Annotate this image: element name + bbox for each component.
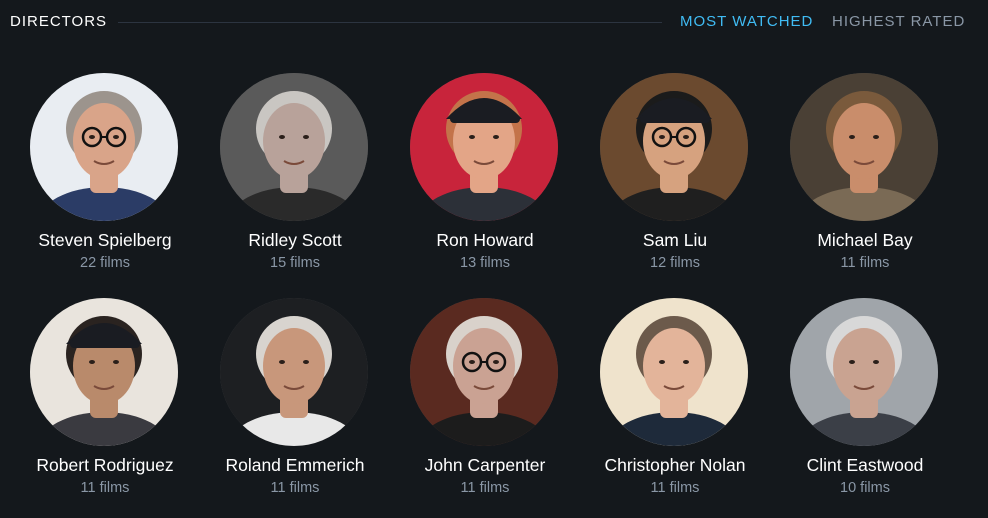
director-photo[interactable]: [220, 73, 368, 221]
portrait-image: [220, 73, 368, 221]
portrait-image: [790, 73, 938, 221]
director-name[interactable]: Robert Rodriguez: [10, 455, 200, 476]
director-photo[interactable]: [600, 73, 748, 221]
director-card[interactable]: Christopher Nolan 11 films: [580, 298, 770, 508]
director-film-count: 15 films: [270, 255, 320, 271]
director-film-count: 11 films: [840, 255, 890, 271]
director-name[interactable]: Steven Spielberg: [10, 230, 200, 251]
director-name[interactable]: Roland Emmerich: [200, 455, 390, 476]
director-card[interactable]: Robert Rodriguez 11 films: [10, 298, 200, 508]
portrait-image: [30, 73, 178, 221]
director-card[interactable]: Steven Spielberg 22 films: [10, 73, 200, 283]
director-name[interactable]: John Carpenter: [390, 455, 580, 476]
director-photo[interactable]: [410, 73, 558, 221]
directors-grid: Steven Spielberg 22 films Ridley Scott 1…: [0, 0, 988, 518]
director-card[interactable]: John Carpenter 11 films: [390, 298, 580, 508]
portrait-image: [220, 298, 368, 446]
director-photo[interactable]: [220, 298, 368, 446]
director-film-count: 10 films: [840, 480, 890, 496]
director-photo[interactable]: [410, 298, 558, 446]
director-photo[interactable]: [790, 73, 938, 221]
director-card[interactable]: Ridley Scott 15 films: [200, 73, 390, 283]
portrait-image: [410, 298, 558, 446]
director-photo[interactable]: [790, 298, 938, 446]
director-photo[interactable]: [30, 298, 178, 446]
director-photo[interactable]: [600, 298, 748, 446]
portrait-image: [30, 298, 178, 446]
director-photo[interactable]: [30, 73, 178, 221]
director-film-count: 11 films: [460, 480, 510, 496]
director-card[interactable]: Roland Emmerich 11 films: [200, 298, 390, 508]
director-card[interactable]: Clint Eastwood 10 films: [770, 298, 960, 508]
director-film-count: 11 films: [80, 480, 130, 496]
director-film-count: 11 films: [650, 480, 700, 496]
director-name[interactable]: Ridley Scott: [200, 230, 390, 251]
portrait-image: [790, 298, 938, 446]
director-film-count: 11 films: [270, 480, 320, 496]
director-film-count: 22 films: [80, 255, 130, 271]
portrait-image: [410, 73, 558, 221]
director-name[interactable]: Christopher Nolan: [580, 455, 770, 476]
director-film-count: 12 films: [650, 255, 700, 271]
director-card[interactable]: Michael Bay 11 films: [770, 73, 960, 283]
director-card[interactable]: Ron Howard 13 films: [390, 73, 580, 283]
director-name[interactable]: Sam Liu: [580, 230, 770, 251]
director-card[interactable]: Sam Liu 12 films: [580, 73, 770, 283]
portrait-image: [600, 73, 748, 221]
director-film-count: 13 films: [460, 255, 510, 271]
director-name[interactable]: Michael Bay: [770, 230, 960, 251]
director-name[interactable]: Ron Howard: [390, 230, 580, 251]
director-name[interactable]: Clint Eastwood: [770, 455, 960, 476]
portrait-image: [600, 298, 748, 446]
